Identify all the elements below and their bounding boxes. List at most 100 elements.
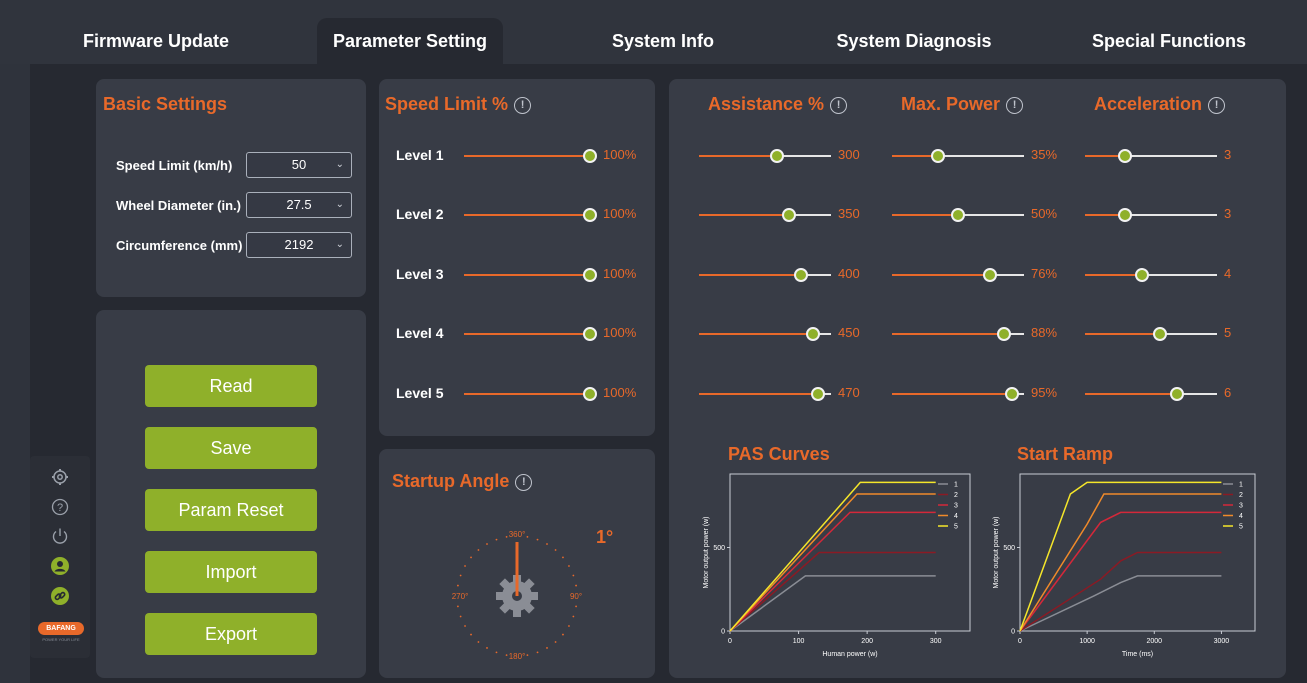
speed-limit-slider-2[interactable]	[464, 208, 597, 222]
assistance-title-text: Assistance %	[708, 94, 825, 114]
acceleration-slider-3[interactable]	[1085, 268, 1217, 282]
dial-dot	[526, 654, 529, 656]
circumference-select[interactable]: 2192 ⌄	[246, 232, 352, 258]
export-button[interactable]: Export	[145, 613, 317, 655]
slider-thumb[interactable]	[793, 268, 808, 282]
help-icon[interactable]: ?	[50, 497, 70, 517]
slider-thumb[interactable]	[810, 387, 825, 401]
slider-thumb[interactable]	[583, 387, 597, 401]
speed-limit-slider-3[interactable]	[464, 268, 597, 282]
info-icon[interactable]: !	[514, 97, 532, 114]
speed-limit-slider-4[interactable]	[464, 327, 597, 341]
slider-thumb[interactable]	[1134, 268, 1149, 282]
info-icon[interactable]: !	[515, 474, 533, 491]
x-axis-label: Time (ms)	[1122, 651, 1153, 658]
acceleration-slider-2[interactable]	[1085, 208, 1217, 222]
speed-limit-select[interactable]: 50 ⌄	[246, 152, 352, 178]
speed-limit-slider-4-value: 100%	[603, 325, 637, 340]
start-ramp-chart: 0 1000 2000 3000 0 500 Time (ms) Motor output p…	[993, 473, 1256, 658]
tab-system-diagnosis[interactable]: System Diagnosis	[820, 18, 1008, 64]
max-power-slider-3[interactable]	[892, 268, 1024, 282]
slider-thumb[interactable]	[1117, 208, 1132, 222]
dial-dot	[486, 647, 488, 649]
info-icon[interactable]: !	[830, 97, 848, 114]
speed-limit-slider-1[interactable]	[464, 149, 597, 163]
speed-limit-title-text: Speed Limit %	[385, 94, 509, 114]
tab-system-info[interactable]: System Info	[575, 18, 751, 64]
link-icon[interactable]	[50, 586, 70, 606]
slider-thumb[interactable]	[1117, 149, 1132, 163]
dial-dot	[470, 633, 472, 636]
legend-label-1: 1	[1239, 482, 1243, 489]
max-power-slider-5[interactable]	[892, 387, 1024, 401]
speed-limit-slider-3-value: 100%	[603, 266, 637, 281]
slider-thumb[interactable]	[583, 208, 597, 222]
dial-dot	[526, 536, 529, 538]
read-button[interactable]: Read	[145, 365, 317, 407]
dial-dot	[464, 565, 466, 567]
max-power-slider-1[interactable]	[892, 149, 1024, 163]
legend-label-5: 5	[1239, 524, 1243, 531]
assistance-slider-4[interactable]	[699, 327, 831, 341]
slider-fill	[1085, 333, 1161, 335]
max-power-slider-4[interactable]	[892, 327, 1024, 341]
slider-thumb[interactable]	[982, 268, 997, 282]
tab-parameter-setting[interactable]: Parameter Setting	[317, 18, 503, 64]
slider-thumb[interactable]	[781, 208, 796, 222]
slider-thumb[interactable]	[583, 268, 597, 282]
acceleration-slider-1[interactable]	[1085, 149, 1217, 163]
dial-dot	[546, 543, 548, 545]
slider-track	[1124, 214, 1217, 216]
acceleration-title-text: Acceleration	[1094, 94, 1203, 114]
slider-thumb[interactable]	[805, 327, 820, 341]
assistance-slider-5[interactable]	[699, 387, 831, 401]
legend-label-1: 1	[954, 482, 958, 489]
x-tick-label: 1000	[1079, 638, 1095, 645]
angle-dial[interactable]: 360° 90° 180° 270°	[450, 528, 585, 663]
info-icon[interactable]: !	[1006, 97, 1024, 114]
assistance-slider-2[interactable]	[699, 208, 831, 222]
slider-thumb[interactable]	[583, 149, 597, 163]
slider-track	[776, 155, 831, 157]
slider-thumb[interactable]	[1005, 387, 1020, 401]
x-axis-label: Human power (w)	[822, 651, 877, 658]
max-power-slider-2[interactable]	[892, 208, 1024, 222]
dial-dot	[562, 556, 564, 559]
series-line-2	[729, 551, 936, 632]
dial-dot	[536, 651, 539, 654]
slider-thumb[interactable]	[583, 327, 597, 341]
tab-firmware-update[interactable]: Firmware Update	[55, 18, 257, 64]
info-icon[interactable]: !	[1208, 97, 1226, 114]
power-icon[interactable]	[50, 526, 70, 546]
acceleration-slider-5[interactable]	[1085, 387, 1217, 401]
speed-limit-label: Speed Limit (km/h)	[116, 158, 233, 173]
import-button[interactable]: Import	[145, 551, 317, 593]
series-line-5	[1019, 481, 1222, 632]
assistance-slider-1[interactable]	[699, 149, 831, 163]
series-line-4	[1019, 493, 1222, 632]
tab-bar: Firmware Update Parameter Setting System…	[0, 0, 1307, 64]
max-power-title: Max. Power!	[901, 94, 1024, 115]
level-label-3: Level 3	[396, 266, 444, 282]
slider-fill	[464, 393, 590, 395]
dial-dot	[457, 584, 459, 587]
user-icon[interactable]	[50, 556, 70, 576]
dial-dot	[505, 654, 508, 656]
slider-thumb[interactable]	[951, 208, 965, 222]
dial-dot	[568, 625, 570, 627]
save-button[interactable]: Save	[145, 427, 317, 469]
dial-dot	[505, 536, 508, 538]
wheel-diameter-select[interactable]: 27.5 ⌄	[246, 192, 352, 218]
speed-limit-slider-5[interactable]	[464, 387, 597, 401]
param-reset-button[interactable]: Param Reset	[145, 489, 317, 531]
x-tick-label: 0	[1018, 638, 1022, 645]
legend-label-5: 5	[954, 524, 958, 531]
acceleration-slider-4[interactable]	[1085, 327, 1217, 341]
slider-thumb[interactable]	[769, 149, 784, 163]
gear-icon[interactable]	[50, 467, 70, 487]
dial-dot	[572, 615, 575, 618]
tab-special-functions[interactable]: Special Functions	[1075, 18, 1263, 64]
legend-label-3: 3	[1239, 503, 1243, 510]
assistance-slider-3[interactable]	[699, 268, 831, 282]
dial-dot	[575, 605, 577, 608]
